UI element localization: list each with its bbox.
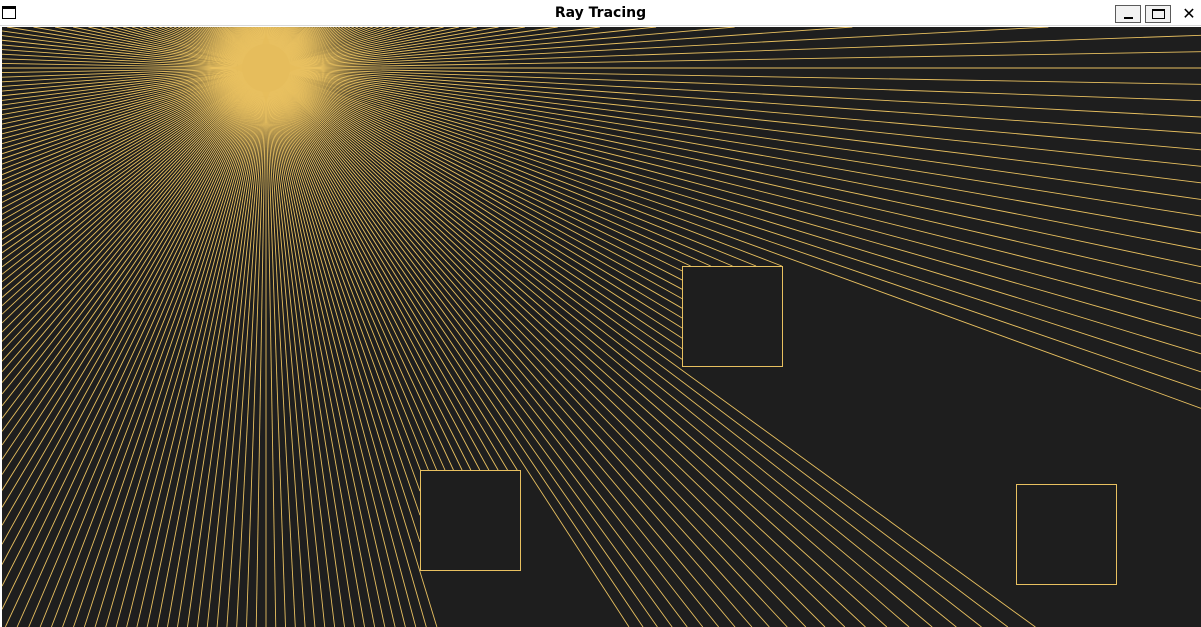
window-title: Ray Tracing: [554, 5, 647, 21]
render-canvas[interactable]: [2, 27, 1201, 627]
minimize-button[interactable]: [1115, 5, 1141, 23]
window-icon[interactable]: [2, 6, 16, 19]
app-window: Ray Tracing ✕: [0, 0, 1201, 627]
close-button[interactable]: ✕: [1175, 4, 1201, 23]
light-source[interactable]: [242, 44, 290, 92]
close-icon: ✕: [1182, 4, 1196, 23]
title-bar[interactable]: Ray Tracing ✕: [0, 0, 1201, 26]
obstacle-box-3[interactable]: [1016, 484, 1117, 585]
obstacle-box-2[interactable]: [420, 470, 521, 571]
minimize-icon: [1124, 17, 1133, 19]
ray-tracing-scene: [2, 27, 1201, 627]
maximize-icon: [1152, 9, 1165, 19]
obstacle-box-1[interactable]: [682, 266, 783, 367]
maximize-button[interactable]: [1145, 5, 1171, 23]
